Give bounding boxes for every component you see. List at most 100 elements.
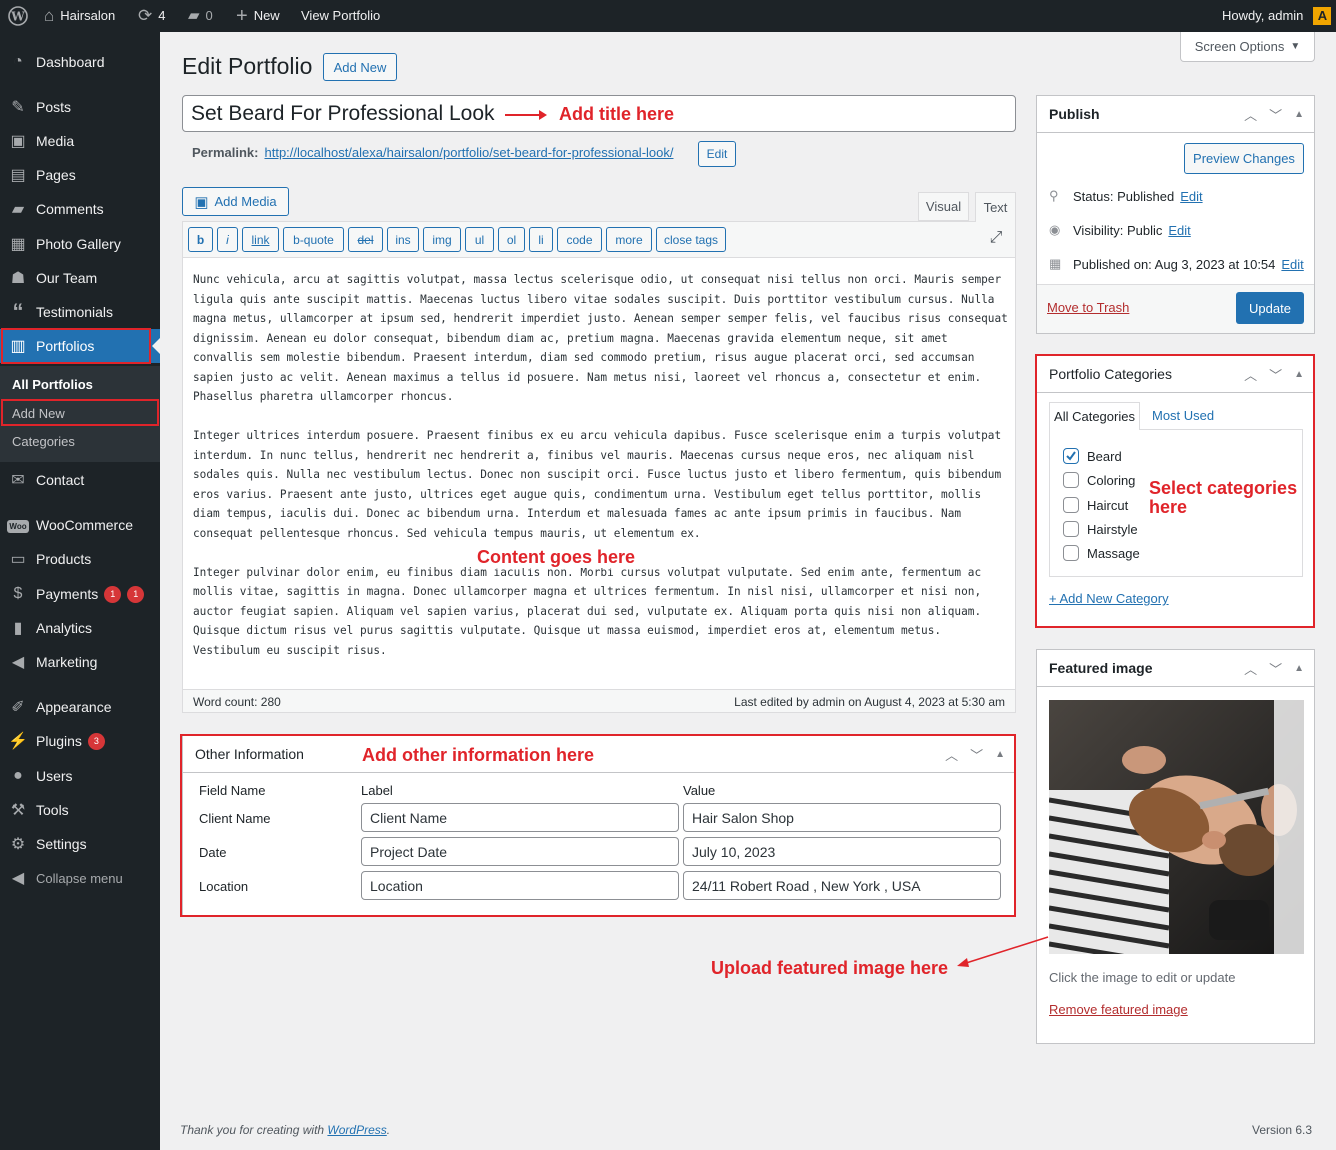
add-media-button[interactable]: ▣ Add Media — [182, 187, 289, 216]
submenu-all-portfolios[interactable]: All Portfolios — [12, 377, 93, 392]
mail-icon: ✉ — [11, 472, 25, 489]
wordpress-logo-icon[interactable]: W — [8, 0, 28, 32]
update-button[interactable]: Update — [1236, 292, 1304, 324]
qt-link-button[interactable]: link — [242, 227, 279, 252]
home-icon: ⌂ — [44, 6, 55, 25]
plus-icon: + — [236, 5, 248, 27]
date-edit-link[interactable]: Edit — [1281, 257, 1303, 272]
toggle-arrow-icon[interactable]: ▲ — [1294, 109, 1304, 120]
user-icon: ● — [13, 767, 23, 784]
menu-tools[interactable]: ⚒ Tools — [0, 793, 160, 827]
menu-payments[interactable]: $ Payments 1 1 — [0, 577, 160, 611]
new-content-link[interactable]: + New — [236, 0, 280, 32]
qt-italic-button[interactable]: i — [217, 227, 238, 252]
menu-analytics[interactable]: ▮ Analytics — [0, 611, 160, 645]
media-icon: ▣ — [10, 133, 26, 150]
qt-more-button[interactable]: more — [606, 227, 652, 252]
collapse-icon: ◀ — [11, 870, 25, 887]
menu-plugins[interactable]: ⚡ Plugins 3 — [0, 724, 160, 758]
avatar: A — [1313, 7, 1332, 25]
menu-photo-gallery[interactable]: ▦ Photo Gallery — [0, 227, 160, 261]
footer-version: Version 6.3 — [1252, 1123, 1313, 1137]
box-title: Publish — [1049, 106, 1100, 122]
menu-woocommerce[interactable]: Woo WooCommerce — [0, 508, 160, 542]
qt-ol-button[interactable]: ol — [498, 227, 525, 252]
caret-down-icon: ▼ — [1290, 41, 1301, 52]
visibility-edit-link[interactable]: Edit — [1168, 223, 1190, 238]
menu-pages[interactable]: ▤ Pages — [0, 158, 160, 192]
move-down-icon[interactable]: ﹀ — [1269, 659, 1282, 678]
menu-media[interactable]: ▣ Media — [0, 124, 160, 158]
move-to-trash-link[interactable]: Move to Trash — [1047, 300, 1129, 315]
plugins-badge: 3 — [87, 732, 105, 750]
view-portfolio-link[interactable]: View Portfolio — [301, 0, 380, 32]
comments-link[interactable]: ▰ 0 — [188, 0, 213, 32]
archive-icon: ▭ — [10, 551, 26, 568]
menu-our-team[interactable]: ☗ Our Team — [0, 261, 160, 295]
toggle-arrow-icon[interactable]: ▲ — [1294, 663, 1304, 674]
qt-bold-button[interactable]: b — [188, 227, 213, 252]
fullscreen-icon[interactable]: ⤢ — [986, 229, 1006, 249]
menu-products[interactable]: ▭ Products — [0, 542, 160, 576]
tab-text[interactable]: Text — [975, 192, 1016, 222]
menu-posts[interactable]: ✎ Posts — [0, 90, 160, 124]
move-up-icon[interactable]: ︿ — [1244, 659, 1257, 678]
permalink-edit-button[interactable]: Edit — [698, 141, 736, 167]
tab-visual[interactable]: Visual — [918, 192, 969, 221]
updates-link[interactable]: ⟳ 4 — [138, 0, 165, 32]
move-up-icon[interactable]: ︿ — [1244, 105, 1257, 124]
title-arrow-icon — [505, 110, 547, 120]
status-edit-link[interactable]: Edit — [1180, 189, 1202, 204]
menu-marketing[interactable]: ◀ Marketing — [0, 645, 160, 679]
menu-settings[interactable]: ⚙ Settings — [0, 827, 160, 861]
menu-users[interactable]: ● Users — [0, 759, 160, 793]
media-icon: ▣ — [194, 193, 209, 211]
menu-appearance[interactable]: ✐ Appearance — [0, 690, 160, 724]
add-new-button[interactable]: Add New — [323, 53, 397, 81]
qt-bquote-button[interactable]: b-quote — [283, 227, 344, 252]
svg-text:W: W — [10, 10, 25, 24]
submenu-categories[interactable]: Categories — [12, 434, 75, 449]
woo-icon: Woo — [7, 520, 29, 533]
other-info-highlight — [180, 734, 1016, 917]
qt-li-button[interactable]: li — [529, 227, 553, 252]
brush-icon: ✐ — [11, 699, 25, 716]
menu-contact[interactable]: ✉ Contact — [0, 463, 160, 497]
featured-image-thumbnail[interactable] — [1049, 700, 1304, 954]
featured-image-box: Featured image ︿ ﹀ ▲ Click the image to … — [1036, 649, 1315, 1044]
menu-collapse[interactable]: ◀ Collapse menu — [0, 861, 160, 895]
site-name-link[interactable]: ⌂ Hairsalon — [44, 0, 115, 32]
permalink-url[interactable]: http://localhost/alexa/hairsalon/portfol… — [264, 145, 673, 160]
dashboard-icon: ◔ — [13, 53, 23, 70]
gallery-icon: ▦ — [10, 236, 26, 253]
qt-ul-button[interactable]: ul — [465, 227, 494, 252]
qt-ins-button[interactable]: ins — [387, 227, 419, 252]
admin-bar: W ⌂ Hairsalon ⟳ 4 ▰ 0 + New View Portfol… — [0, 0, 1336, 32]
wordpress-link[interactable]: WordPress — [327, 1123, 386, 1137]
content-textarea[interactable]: Nunc vehicula, arcu at sagittis volutpat… — [193, 270, 1008, 680]
menu-comments[interactable]: ▰ Comments — [0, 192, 160, 226]
my-account-link[interactable]: Howdy, admin A — [1222, 0, 1332, 32]
qt-img-button[interactable]: img — [423, 227, 461, 252]
annotation-categories: Select categories here — [1149, 478, 1298, 517]
annotation-other: Add other information here — [362, 745, 595, 765]
qt-close-tags-button[interactable]: close tags — [656, 227, 726, 252]
annotation-title: Add title here — [559, 104, 675, 124]
preview-changes-button[interactable]: Preview Changes — [1184, 143, 1304, 174]
remove-featured-image-link[interactable]: Remove featured image — [1049, 1002, 1188, 1017]
menu-dashboard[interactable]: ◔ Dashboard — [0, 45, 160, 79]
move-down-icon[interactable]: ﹀ — [1269, 105, 1282, 124]
payments-badge-2: 1 — [127, 585, 145, 603]
pin-icon: ✎ — [11, 99, 25, 116]
editor-status-bar: Word count: 280 Last edited by admin on … — [183, 689, 1015, 712]
comments-icon: ▰ — [11, 201, 25, 218]
qt-code-button[interactable]: code — [557, 227, 602, 252]
refresh-icon: ⟳ — [138, 6, 153, 25]
qt-del-button[interactable]: del — [348, 227, 383, 252]
screen-options-button[interactable]: Screen Options ▼ — [1180, 32, 1315, 62]
calendar-icon: ▦ — [1049, 256, 1062, 271]
tab-all-categories[interactable]: All Categories — [1049, 402, 1140, 430]
payments-badge: 1 — [104, 585, 122, 603]
menu-testimonials[interactable]: “Testimonials — [0, 295, 160, 329]
word-count: Word count: 280 — [193, 695, 281, 709]
